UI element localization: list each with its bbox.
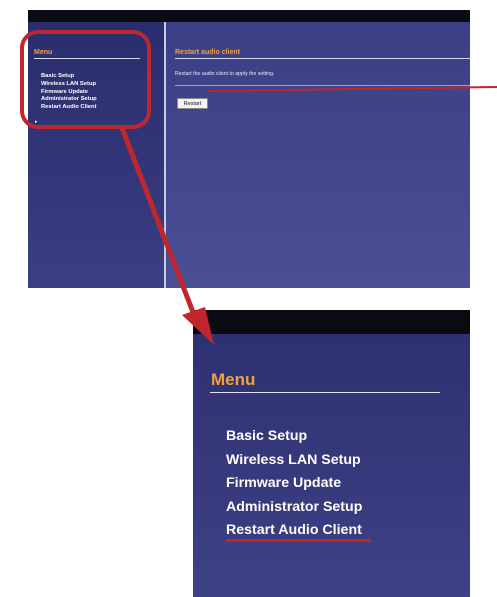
- zoom-menu-list: Basic Setup Wireless LAN Setup Firmware …: [226, 425, 362, 543]
- zoom-menu-item-administrator-setup[interactable]: Administrator Setup: [226, 496, 362, 520]
- zoom-menu-heading: Menu: [211, 370, 256, 389]
- menu-item-firmware-update[interactable]: Firmware Update: [41, 89, 97, 97]
- highlight-underline: [226, 539, 371, 542]
- description-divider: [175, 85, 470, 86]
- top-bar: [28, 10, 470, 22]
- page-title: Restart audio client: [175, 49, 240, 56]
- main-content: Restart audio client Restart the audio c…: [166, 22, 470, 288]
- zoom-menu-item-wireless-lan-setup[interactable]: Wireless LAN Setup: [226, 449, 362, 473]
- zoom-top-bar: [193, 310, 470, 334]
- menu-item-administrator-setup[interactable]: Administrator Setup: [41, 96, 97, 104]
- admin-screen: Menu ▸ Basic Setup Wireless LAN Setup Fi…: [28, 10, 470, 288]
- menu-heading: Menu: [34, 49, 53, 56]
- active-item-arrow-icon: ▸: [35, 119, 38, 125]
- restart-button[interactable]: Restart: [177, 98, 208, 109]
- menu-divider: [34, 58, 140, 59]
- instruction-figure: Menu ▸ Basic Setup Wireless LAN Setup Fi…: [0, 0, 497, 597]
- menu-item-basic-setup[interactable]: Basic Setup: [41, 73, 97, 81]
- zoom-menu-item-basic-setup[interactable]: Basic Setup: [226, 425, 362, 449]
- menu-item-restart-audio-client[interactable]: Restart Audio Client: [41, 104, 97, 112]
- menu-list: Basic Setup Wireless LAN Setup Firmware …: [41, 73, 97, 112]
- menu-item-wireless-lan-setup[interactable]: Wireless LAN Setup: [41, 81, 97, 89]
- title-divider: [175, 58, 470, 59]
- zoom-menu-item-firmware-update[interactable]: Firmware Update: [226, 472, 362, 496]
- page-description: Restart the audio client to apply the se…: [175, 71, 275, 77]
- sidebar: Menu ▸ Basic Setup Wireless LAN Setup Fi…: [28, 22, 166, 288]
- zoomed-menu-callout: Menu Basic Setup Wireless LAN Setup Firm…: [193, 310, 470, 597]
- zoom-menu-divider: [210, 392, 440, 393]
